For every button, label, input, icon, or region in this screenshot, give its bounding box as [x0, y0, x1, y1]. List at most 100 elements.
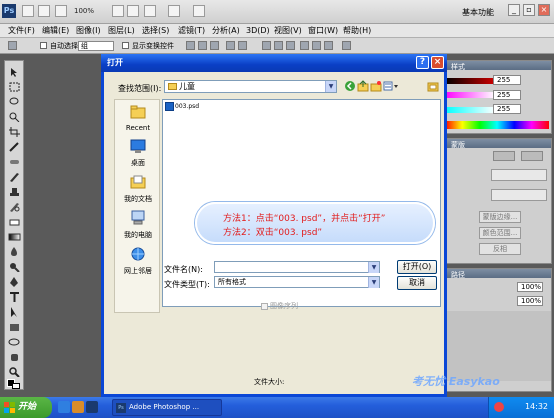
zoom-tool-icon[interactable]: [8, 367, 21, 377]
up-folder-icon[interactable]: [357, 80, 369, 92]
view-menu-icon[interactable]: [383, 80, 399, 92]
menu-view[interactable]: 视图(V): [274, 25, 302, 37]
color-range-button[interactable]: 颜色范围...: [479, 227, 521, 239]
align-middle-icon[interactable]: [198, 41, 207, 50]
place-desktop[interactable]: 桌面: [115, 138, 161, 168]
gradient-tool-icon[interactable]: [8, 232, 21, 242]
distribute-right-icon[interactable]: [324, 41, 333, 50]
type-tool-icon[interactable]: [8, 292, 21, 302]
place-my-computer[interactable]: 我的电脑: [115, 210, 161, 240]
eraser-tool-icon[interactable]: [8, 217, 21, 227]
clock[interactable]: 14:32: [525, 402, 548, 411]
workspace-switcher[interactable]: 基本功能: [462, 7, 494, 18]
pixel-mask-icon[interactable]: [493, 151, 515, 161]
menu-file[interactable]: 文件(F): [8, 25, 35, 37]
distribute-left-icon[interactable]: [300, 41, 309, 50]
screen-mode-icon[interactable]: [193, 5, 205, 17]
panel-tab-styles[interactable]: 样式: [451, 62, 465, 72]
place-network[interactable]: 网上邻居: [115, 246, 161, 276]
clone-stamp-tool-icon[interactable]: [8, 187, 21, 197]
image-sequence-checkbox[interactable]: 图像序列: [261, 301, 298, 311]
auto-select-checkbox[interactable]: [40, 42, 47, 49]
taskbar-photoshop-button[interactable]: Ps Adobe Photoshop ...: [112, 399, 222, 416]
red-value[interactable]: 255: [493, 75, 521, 85]
background-color-swatch[interactable]: [12, 383, 20, 389]
menu-edit[interactable]: 编辑(E): [42, 25, 69, 37]
menu-help[interactable]: 帮助(H): [343, 25, 371, 37]
shape-tool-icon[interactable]: [8, 322, 21, 332]
back-icon[interactable]: [344, 80, 356, 92]
menu-analysis[interactable]: 分析(A): [212, 25, 240, 37]
auto-align-icon[interactable]: [342, 41, 351, 50]
menu-image[interactable]: 图像(I): [76, 25, 101, 37]
chevron-down-icon[interactable]: ▼: [368, 277, 379, 288]
invert-button[interactable]: 反相: [479, 243, 521, 255]
history-brush-tool-icon[interactable]: [8, 202, 21, 212]
crop-tool-icon[interactable]: [8, 127, 21, 137]
chevron-down-icon[interactable]: ▼: [325, 81, 336, 92]
healing-brush-tool-icon[interactable]: [8, 157, 21, 167]
ie-quicklaunch-icon[interactable]: [58, 401, 70, 413]
menu-layer[interactable]: 图层(L): [108, 25, 135, 37]
arrange-documents-icon[interactable]: [168, 5, 180, 17]
rotate-view-icon[interactable]: [144, 5, 156, 17]
panel-tab-masks[interactable]: 蒙版: [451, 140, 465, 150]
restore-icon[interactable]: ▫: [523, 4, 535, 16]
align-top-icon[interactable]: [186, 41, 195, 50]
chevron-down-icon[interactable]: ▼: [368, 262, 379, 273]
opacity-field[interactable]: 100%: [517, 282, 543, 292]
move-tool-preset-icon[interactable]: [8, 41, 17, 50]
brush-tool-icon[interactable]: [8, 172, 21, 182]
panel-tab-paths[interactable]: 路径: [451, 270, 465, 280]
open-button[interactable]: 打开(O): [397, 260, 437, 274]
distribute-top-icon[interactable]: [262, 41, 271, 50]
new-folder-icon[interactable]: [370, 80, 382, 92]
density-field[interactable]: [491, 169, 547, 181]
distribute-bottom-icon[interactable]: [286, 41, 295, 50]
fill-field[interactable]: 100%: [517, 296, 543, 306]
zoom-level[interactable]: 100%: [74, 5, 94, 17]
feather-field[interactable]: [491, 189, 547, 201]
close-icon[interactable]: ×: [538, 4, 550, 16]
distribute-center-icon[interactable]: [312, 41, 321, 50]
menu-select[interactable]: 选择(S): [142, 25, 169, 37]
marquee-tool-icon[interactable]: [8, 82, 21, 92]
quick-select-tool-icon[interactable]: [8, 112, 21, 122]
start-button[interactable]: 开始: [0, 397, 52, 418]
photoshop-quicklaunch-icon[interactable]: [86, 401, 98, 413]
close-button[interactable]: ×: [431, 56, 444, 69]
zoom-tool-icon[interactable]: [127, 5, 139, 17]
look-in-dropdown[interactable]: 儿童 ▼: [164, 80, 337, 93]
align-center-icon[interactable]: [238, 41, 247, 50]
blur-tool-icon[interactable]: [8, 247, 21, 257]
move-tool-icon[interactable]: [8, 67, 21, 77]
hand-tool-icon[interactable]: [8, 352, 21, 362]
place-recent[interactable]: Recent: [115, 104, 161, 132]
distribute-middle-icon[interactable]: [274, 41, 283, 50]
align-bottom-icon[interactable]: [210, 41, 219, 50]
menu-3d[interactable]: 3D(D): [246, 25, 270, 37]
view-extras-icon[interactable]: [55, 5, 67, 17]
place-my-documents[interactable]: 我的文档: [115, 174, 161, 204]
bridge-icon[interactable]: [22, 5, 34, 17]
help-button[interactable]: ?: [416, 56, 429, 69]
vector-mask-icon[interactable]: [521, 151, 543, 161]
lasso-tool-icon[interactable]: [8, 97, 21, 107]
path-selection-tool-icon[interactable]: [8, 307, 21, 317]
eyedropper-tool-icon[interactable]: [8, 142, 21, 152]
3d-rotate-tool-icon[interactable]: [8, 337, 21, 347]
color-ramp[interactable]: [445, 121, 549, 129]
filetype-dropdown[interactable]: 所有格式 ▼: [214, 276, 380, 288]
layers-list[interactable]: [441, 311, 551, 381]
file-item[interactable]: 003.psd: [165, 102, 199, 111]
blue-slider[interactable]: [445, 107, 495, 113]
green-slider[interactable]: [445, 92, 495, 98]
mask-edge-button[interactable]: 蒙版边缘...: [479, 211, 521, 223]
hand-tool-icon[interactable]: [112, 5, 124, 17]
cancel-button[interactable]: 取消: [397, 276, 437, 290]
tray-alert-icon[interactable]: [494, 402, 504, 412]
pen-tool-icon[interactable]: [8, 277, 21, 287]
minimize-icon[interactable]: _: [508, 4, 520, 16]
align-left-icon[interactable]: [226, 41, 235, 50]
menu-filter[interactable]: 滤镜(T): [178, 25, 205, 37]
